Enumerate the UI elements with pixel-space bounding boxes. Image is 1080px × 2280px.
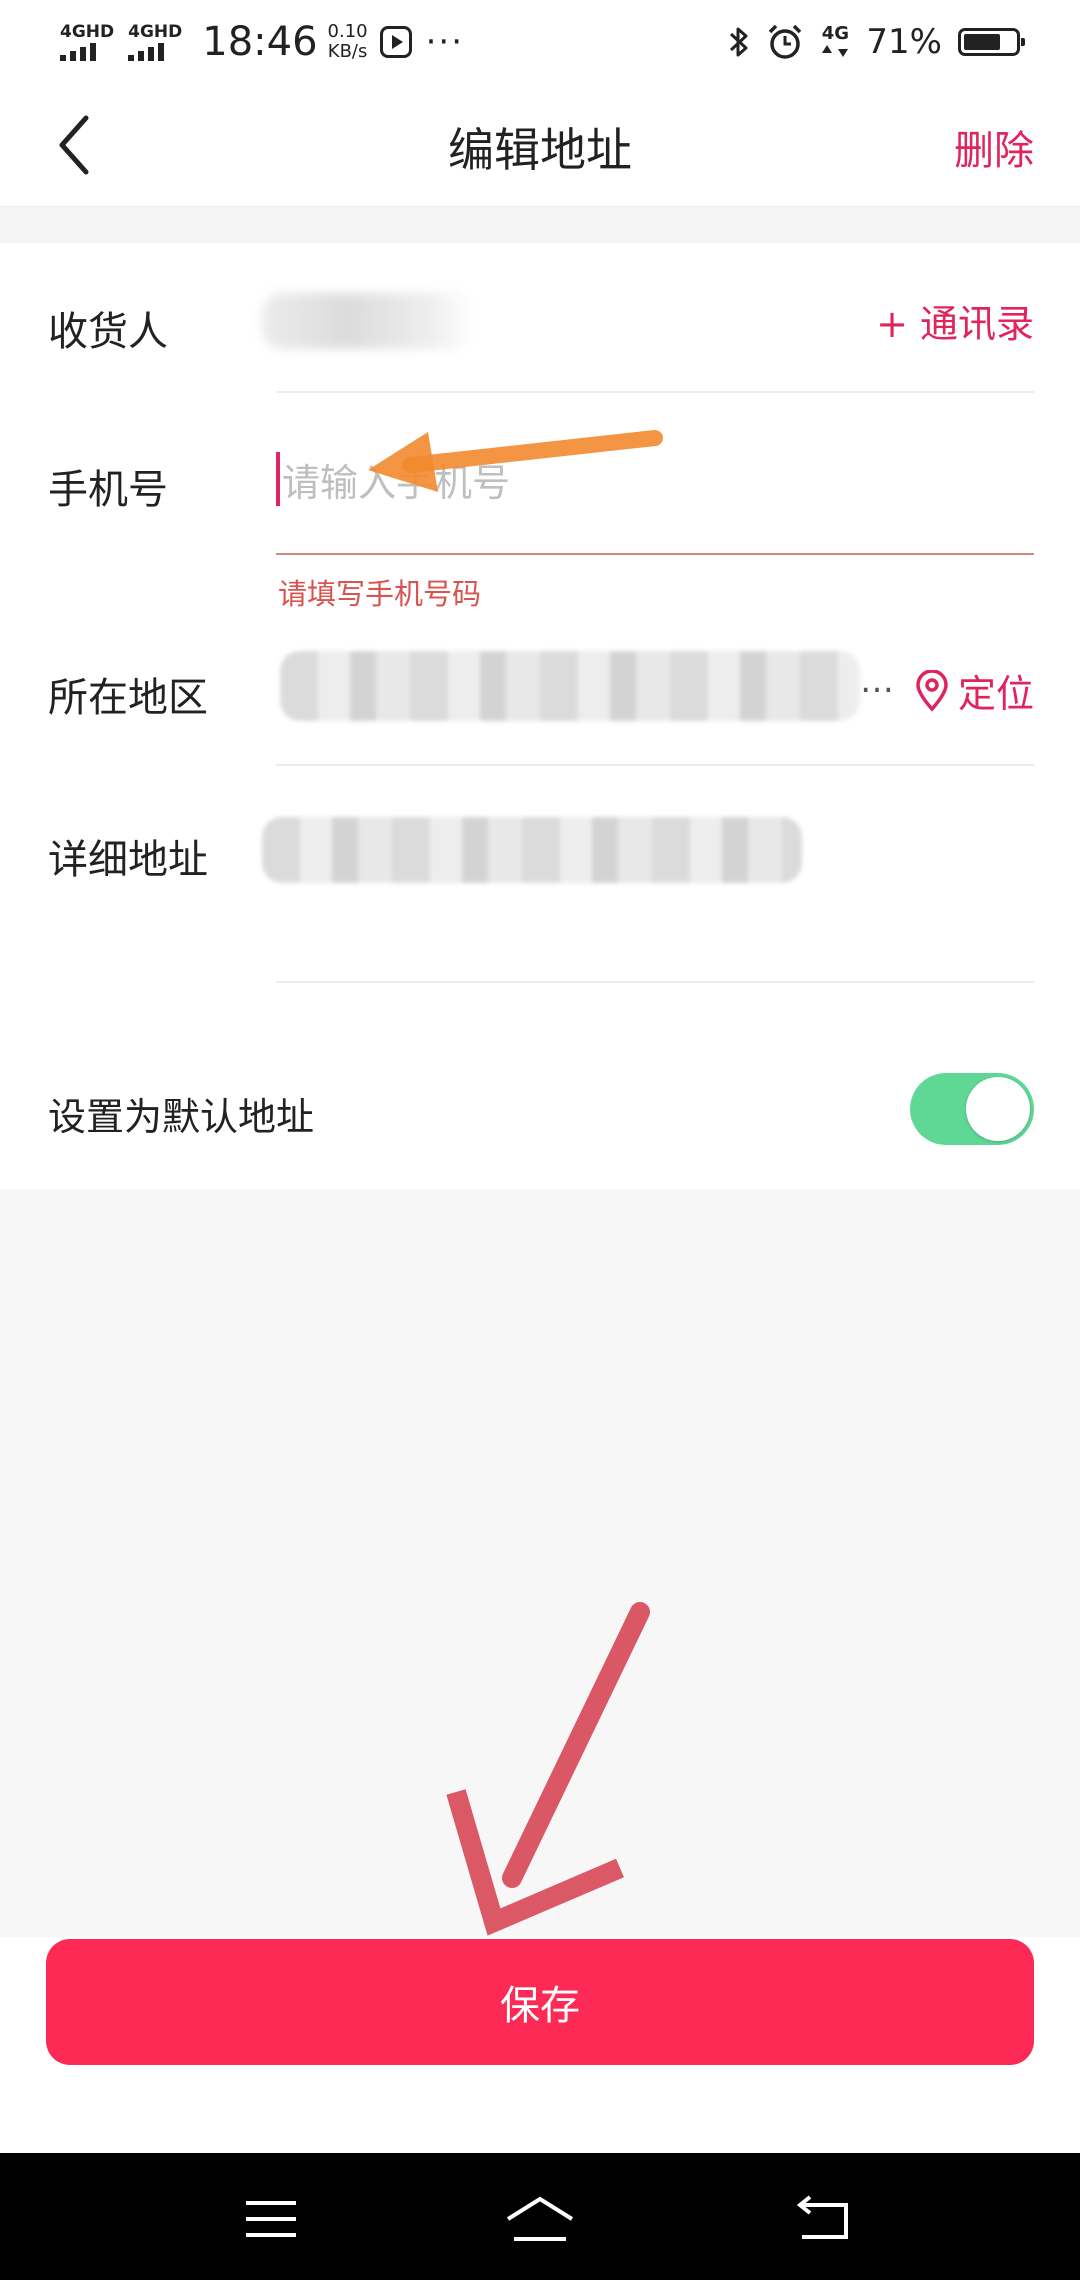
clock: 18:46: [202, 19, 318, 65]
toggle-knob: [966, 1077, 1030, 1141]
video-app-icon: [379, 26, 412, 58]
network-label: 4GHD: [60, 22, 115, 42]
address-field[interactable]: [262, 817, 802, 883]
default-address-toggle[interactable]: [910, 1073, 1034, 1145]
divider: [276, 391, 1034, 393]
back-nav-button[interactable]: [784, 2193, 864, 2245]
phone-error-message: 请填写手机号码: [278, 577, 482, 611]
more-notifications-icon: ···: [425, 22, 465, 62]
locate-label: 定位: [957, 672, 1034, 716]
receiver-label: 收货人: [48, 309, 168, 355]
address-label: 详细地址: [48, 837, 208, 883]
contacts-button[interactable]: + 通讯录: [876, 293, 1034, 348]
region-field[interactable]: [280, 651, 860, 721]
region-label: 所在地区: [48, 675, 208, 721]
divider: [276, 981, 1034, 983]
menu-button[interactable]: [232, 2193, 312, 2245]
phone-label: 手机号: [48, 467, 168, 513]
save-button[interactable]: 保存: [46, 1939, 1034, 2065]
divider: [276, 764, 1034, 766]
alarm-icon: [769, 24, 802, 59]
network-speed: 0.10 KB/s: [328, 22, 368, 62]
speed-value: 0.10: [327, 21, 368, 42]
phone-error-underline: [276, 553, 1034, 555]
receiver-name-field[interactable]: [262, 293, 474, 349]
signal-icon: 4GHD: [60, 23, 114, 61]
region-ellipsis: …: [860, 661, 894, 701]
home-icon: [506, 2196, 574, 2241]
mobile-data-icon: 4G: [820, 25, 850, 59]
speed-unit: KB/s: [327, 41, 368, 62]
mobile-data-label: 4G: [821, 23, 850, 44]
page-title: 编辑地址: [448, 123, 632, 177]
bluetooth-icon: [730, 27, 748, 57]
menu-icon: [246, 2201, 296, 2237]
section-gap: [0, 207, 1080, 243]
signal-icon: 4GHD: [128, 23, 182, 61]
system-nav-bar: [0, 2153, 1080, 2280]
back-icon: [796, 2195, 848, 2239]
battery-icon: [958, 28, 1025, 56]
phone-input[interactable]: [276, 451, 876, 515]
locate-button[interactable]: 定位: [914, 663, 1034, 718]
battery-percent: 71%: [866, 22, 942, 62]
location-pin-icon: [916, 669, 948, 712]
network-label: 4GHD: [128, 22, 183, 42]
default-address-label: 设置为默认地址: [48, 1095, 315, 1139]
home-button[interactable]: [500, 2193, 580, 2245]
address-form: 收货人 + 通讯录 手机号 请填写手机号码 所在地区 … 定位 详细地址 设置为…: [0, 243, 1080, 1189]
status-bar: 4GHD 4GHD 18:46 0.10 KB/s ··· 4G 71%: [0, 0, 1080, 84]
text-cursor: [276, 452, 280, 506]
delete-button[interactable]: 删除: [954, 118, 1034, 176]
header: 编辑地址 删除: [0, 84, 1080, 207]
